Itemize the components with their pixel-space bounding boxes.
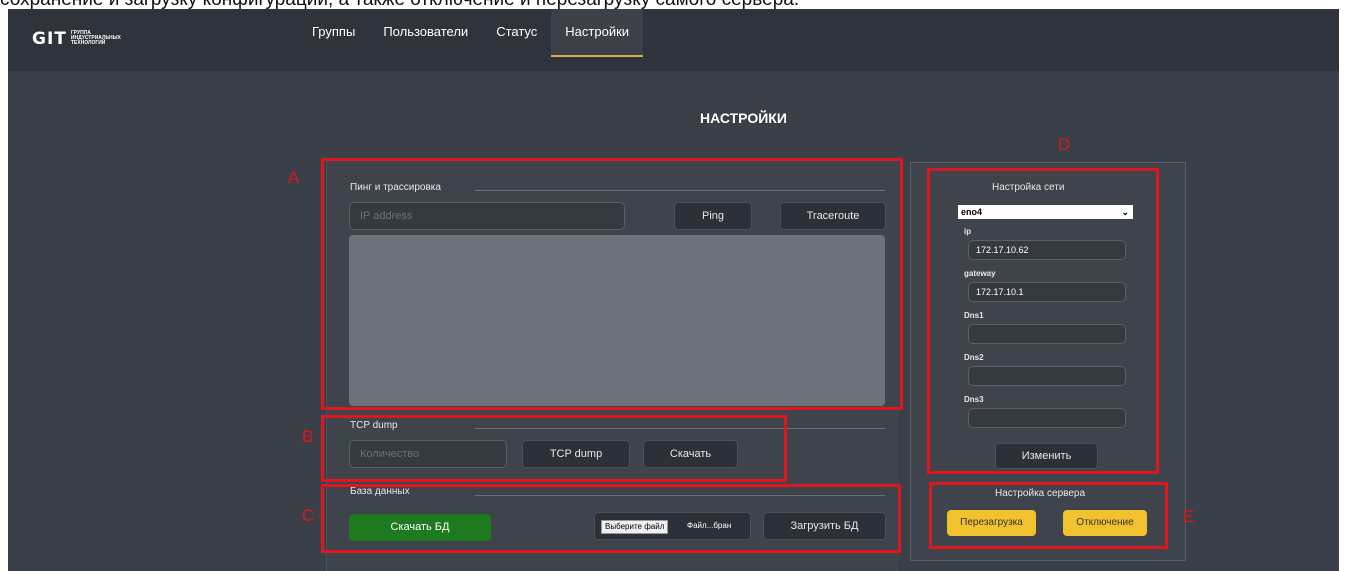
db-file-picker[interactable]: Выберите файл Файл...бран xyxy=(594,512,751,540)
download-db-button[interactable]: Скачать БД xyxy=(349,514,491,541)
annotation-label-e: E xyxy=(1183,507,1195,526)
gateway-input[interactable]: 172.17.10.1 xyxy=(968,282,1126,302)
gateway-label: gateway xyxy=(964,269,996,278)
reboot-button[interactable]: Перезагрузка xyxy=(947,510,1036,536)
annotation-label-b: B xyxy=(302,427,314,446)
annotation-label-d: D xyxy=(1058,135,1071,154)
top-navigation-bar: GIT ГРУППА ИНДУСТРИАЛЬНЫХ ТЕХНОЛОГИЙ Гру… xyxy=(8,9,1339,71)
ping-divider xyxy=(475,190,885,191)
ip-address-input[interactable] xyxy=(349,202,625,230)
ping-output-area[interactable] xyxy=(349,235,885,406)
dns3-input[interactable] xyxy=(968,408,1126,428)
chosen-file-name: Файл...бран xyxy=(687,521,732,530)
chevron-down-icon: ⌄ xyxy=(1121,207,1129,217)
page-title: НАСТРОЙКИ xyxy=(700,110,787,126)
ip-input[interactable]: 172.17.10.62 xyxy=(968,240,1126,260)
tcp-download-button[interactable]: Скачать xyxy=(643,440,738,468)
interface-value: eno4 xyxy=(961,207,983,217)
nav-settings[interactable]: Настройки xyxy=(551,9,644,57)
main-nav: Группы Пользователи Статус Настройки xyxy=(298,9,644,71)
packet-count-input[interactable] xyxy=(349,440,507,468)
annotation-label-c: C xyxy=(302,506,315,525)
apply-network-button[interactable]: Изменить xyxy=(995,443,1098,469)
nav-status[interactable]: Статус xyxy=(482,9,551,57)
right-settings-panel xyxy=(910,162,1186,561)
tcp-dump-button[interactable]: TCP dump xyxy=(522,440,630,468)
traceroute-button[interactable]: Traceroute xyxy=(780,202,886,230)
ping-section-title: Пинг и трассировка xyxy=(350,182,441,193)
nav-groups[interactable]: Группы xyxy=(298,9,369,57)
ip-label: ip xyxy=(964,227,972,236)
choose-file-button[interactable]: Выберите файл xyxy=(601,520,669,534)
nav-users[interactable]: Пользователи xyxy=(369,9,482,57)
db-divider xyxy=(475,495,885,496)
dns2-label: Dns2 xyxy=(964,353,984,362)
tcp-section-title: TCP dump xyxy=(350,420,398,431)
db-section-title: База данных xyxy=(350,486,410,497)
tcp-divider xyxy=(475,428,885,429)
dns2-input[interactable] xyxy=(968,366,1126,386)
upload-db-button[interactable]: Загрузить БД xyxy=(763,512,886,540)
network-section-title: Настройка сети xyxy=(992,182,1065,193)
dns1-input[interactable] xyxy=(968,324,1126,344)
dns1-label: Dns1 xyxy=(964,311,984,320)
logo-main: GIT xyxy=(32,29,67,49)
annotation-label-a: A xyxy=(288,168,300,187)
logo-subtitle: ГРУППА ИНДУСТРИАЛЬНЫХ ТЕХНОЛОГИЙ xyxy=(70,30,121,46)
ping-button[interactable]: Ping xyxy=(674,202,752,230)
logo: GIT ГРУППА ИНДУСТРИАЛЬНЫХ ТЕХНОЛОГИЙ xyxy=(32,29,121,49)
dns3-label: Dns3 xyxy=(964,395,984,404)
server-section-title: Настройка сервера xyxy=(995,488,1086,499)
shutdown-button[interactable]: Отключение xyxy=(1063,510,1147,536)
interface-select[interactable]: eno4 ⌄ xyxy=(958,205,1133,219)
